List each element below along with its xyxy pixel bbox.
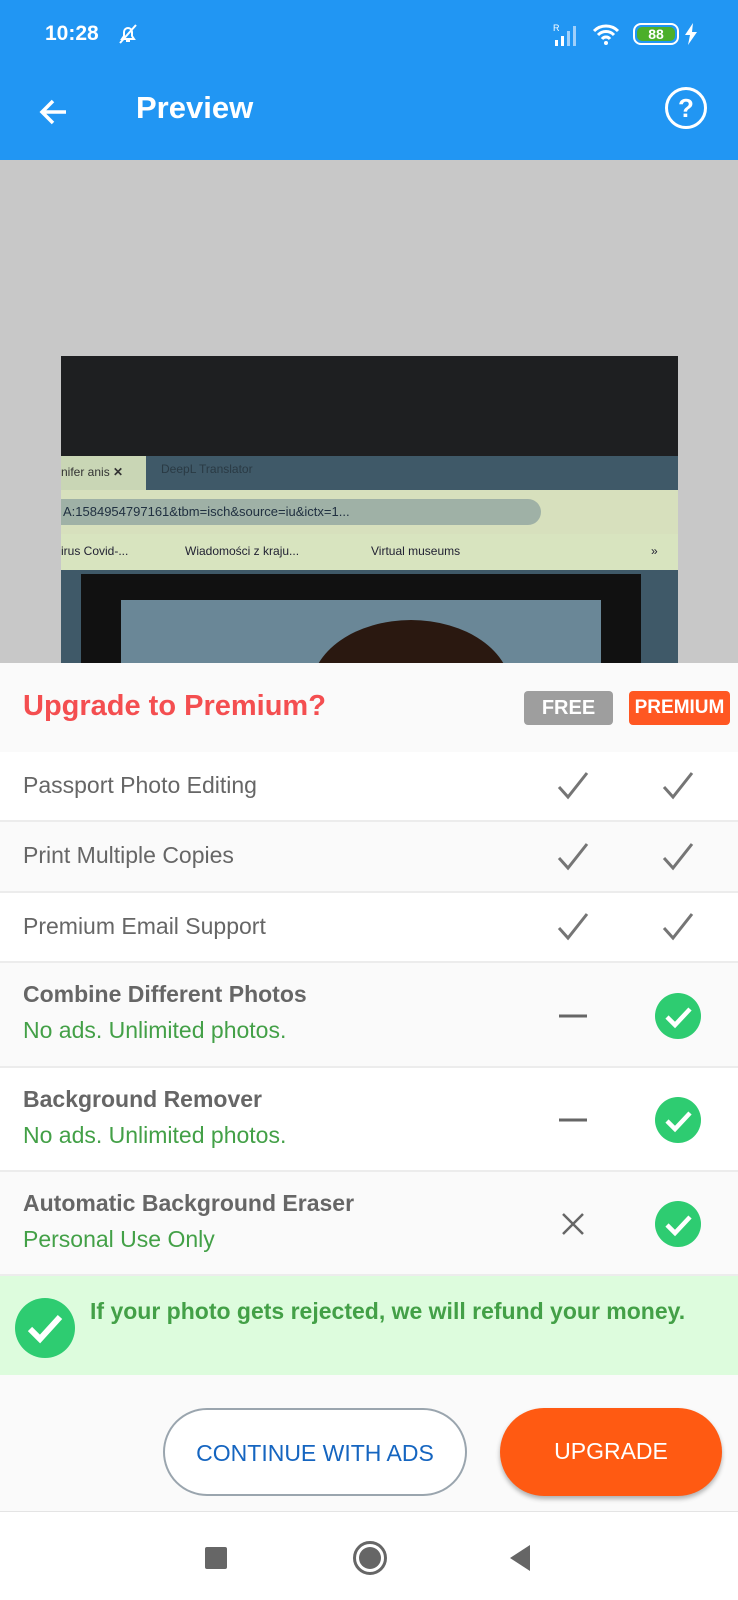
photo-screen (81, 574, 641, 663)
page-title: Preview (136, 90, 254, 125)
signal-icon: R (553, 23, 576, 46)
arrow-left-icon[interactable] (34, 92, 74, 132)
dash-icon (559, 1118, 587, 1122)
feature-name: Passport Photo Editing (23, 772, 257, 798)
check-icon (557, 772, 589, 800)
photo-content: nifer anis ✕ DeepL Translator A:15849547… (61, 456, 678, 663)
upgrade-title: Upgrade to Premium? (23, 690, 326, 722)
free-badge: FREE (524, 691, 613, 725)
home-button[interactable] (353, 1541, 387, 1575)
charging-icon (685, 23, 697, 45)
feature-row: Premium Email Support (0, 893, 738, 963)
check-icon (662, 913, 694, 941)
feature-note: No ads. Unlimited photos. (23, 1122, 287, 1148)
upgrade-header: Upgrade to Premium? FREE PREMIUM (0, 663, 738, 752)
battery-level: 88 (637, 27, 675, 41)
photo-bookmark: Virtual museums (371, 544, 461, 558)
photo-bookmark-more: » (651, 544, 658, 558)
check-icon (557, 913, 589, 941)
feature-name: Print Multiple Copies (23, 842, 234, 868)
cross-icon (562, 1213, 584, 1235)
dash-icon (559, 1014, 587, 1017)
check-circle-icon (655, 1097, 701, 1143)
check-circle-icon (15, 1298, 75, 1358)
photo-bookmark: irus Covid-... (61, 544, 129, 558)
recents-button[interactable] (205, 1547, 227, 1569)
navigation-bar (0, 1511, 738, 1600)
photo-url: A:1584954797161&tbm=isch&source=iu&ictx=… (61, 499, 541, 525)
feature-row: Passport Photo Editing (0, 752, 738, 822)
premium-badge: PREMIUM (629, 691, 730, 725)
check-circle-icon (655, 992, 701, 1039)
refund-text: If your photo gets rejected, we will ref… (90, 1298, 686, 1324)
feature-note: No ads. Unlimited photos. (23, 1017, 287, 1043)
photo-tab: nifer anis ✕ (61, 456, 146, 490)
svg-text:R: R (553, 23, 560, 33)
check-circle-icon (655, 1201, 701, 1247)
photo-tab-text: nifer anis (61, 465, 110, 479)
status-time: 10:28 (45, 22, 99, 45)
check-icon (662, 842, 694, 870)
upgrade-sheet: Upgrade to Premium? FREE PREMIUM Passpor… (0, 663, 738, 1511)
photo-tab-2: DeepL Translator (161, 462, 253, 476)
check-icon (557, 842, 589, 870)
feature-name: Background Remover (23, 1086, 263, 1112)
photo-tab-close: ✕ (113, 465, 124, 479)
help-circle-icon[interactable]: ? (665, 87, 707, 129)
bell-off-icon (119, 24, 137, 44)
feature-name: Premium Email Support (23, 913, 266, 939)
feature-name: Automatic Background Eraser (23, 1190, 355, 1216)
feature-row: Background Remover No ads. Unlimited phot… (0, 1068, 738, 1172)
check-icon (662, 772, 694, 800)
photo-preview: nifer anis ✕ DeepL Translator A:15849547… (61, 356, 678, 663)
feature-row: Combine Different Photos No ads. Unlimite… (0, 963, 738, 1068)
photo-bookmarks: irus Covid-... Wiadomości z kraju... Vir… (61, 534, 678, 570)
feature-note: Personal Use Only (23, 1226, 215, 1252)
app-bar: Preview ? (0, 70, 738, 160)
wifi-icon (592, 24, 620, 45)
status-bar: 10:28 R 88 (0, 0, 738, 70)
continue-with-ads-button[interactable]: CONTINUE WITH ADS (163, 1408, 467, 1496)
back-button[interactable] (508, 1545, 532, 1571)
feature-row: Print Multiple Copies (0, 822, 738, 893)
upgrade-button[interactable]: UPGRADE (500, 1408, 722, 1496)
feature-name: Combine Different Photos (23, 981, 307, 1007)
battery-icon: 88 (633, 23, 679, 45)
photo-bookmark: Wiadomości z kraju... (185, 544, 300, 558)
refund-banner: If your photo gets rejected, we will ref… (0, 1276, 738, 1375)
feature-row: Automatic Background Eraser Personal Use … (0, 1172, 738, 1276)
photo-urlbar: A:1584954797161&tbm=isch&source=iu&ictx=… (61, 490, 678, 534)
